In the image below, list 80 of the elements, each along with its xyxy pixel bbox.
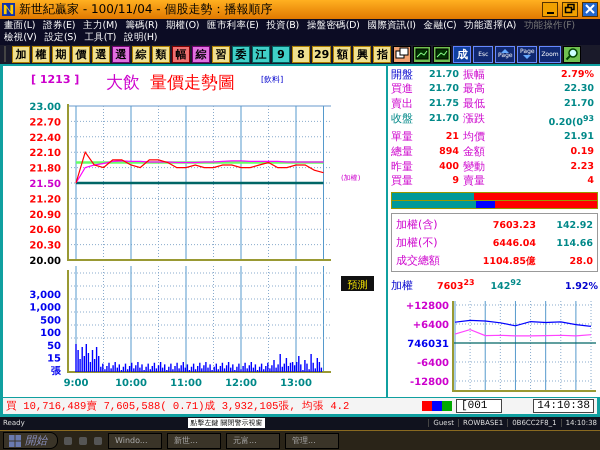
time-axis-label: 11:00 [170, 378, 202, 389]
volume-axis-label: 15 [47, 353, 61, 364]
quote-value: 21 [444, 130, 460, 144]
price-axis-label: 21.80 [29, 163, 61, 174]
quote-value: 0.20(0$^{93}$ [548, 112, 595, 130]
quote-value: 9 [451, 174, 460, 188]
quote-value: 4 [586, 174, 595, 188]
quote-value: 0.19 [570, 144, 595, 159]
quote-label: 賣量 [463, 174, 486, 189]
quote-label: 總量 [391, 144, 414, 160]
quote-value: 21.70 [428, 112, 460, 126]
price-axis-label: 22.40 [29, 132, 61, 144]
quote-label: 收盤 [391, 112, 414, 127]
quote-value: 21.91 [562, 130, 595, 144]
quote-value: 21.70 [562, 97, 595, 111]
quote-label: 賣出 [391, 97, 414, 112]
index-axis-label: +6400 [412, 320, 449, 331]
index-value: 1104.85億 [482, 254, 536, 268]
time-axis-label: 9:00 [64, 378, 88, 389]
quote-value: 22.30 [562, 82, 595, 96]
quote-value: 400 [438, 160, 460, 174]
quote-value: 21.70 [428, 68, 460, 82]
index-value: 6446.04 [492, 238, 536, 249]
price-axis-label: 21.50 [29, 178, 61, 190]
price-axis-label: 22.10 [29, 148, 61, 159]
price-axis-label: 20.90 [29, 210, 61, 221]
stock-code: [ 1213 ] [31, 72, 80, 86]
time-axis-label: 12:00 [225, 378, 257, 389]
quote-value: 2.23 [570, 160, 595, 174]
quote-label: 金額 [463, 144, 486, 160]
price-axis-label: 22.70 [29, 117, 61, 128]
index-value: 7603$^{23}$ [437, 278, 474, 292]
quote-label: 買量 [391, 174, 414, 189]
category-label: [飲料] [261, 74, 284, 84]
volume-axis-label: 3,000 [29, 290, 61, 301]
quote-label: 變動 [463, 160, 486, 174]
volume-axis-label: 100 [40, 328, 61, 339]
quote-label: 振幅 [463, 68, 486, 82]
quote-label: 昨量 [391, 160, 414, 174]
chart-title: 量價走勢圖 [150, 72, 235, 93]
quote-label: 最高 [463, 82, 486, 97]
price-axis-label: 21.20 [29, 194, 61, 206]
index-value: 7603.23 [492, 220, 536, 231]
quote-label: 最低 [463, 97, 486, 112]
time-axis-label: 13:00 [280, 378, 312, 389]
index-axis-label: -12800 [410, 376, 449, 388]
quote-label: 單量 [391, 130, 414, 145]
time-axis-label: 10:00 [115, 378, 147, 389]
quote-value: 21.70 [428, 82, 460, 96]
quote-value: 2.79% [560, 68, 595, 82]
quote-value: 21.75 [428, 97, 460, 111]
volume-axis-label: 50 [47, 340, 61, 352]
index-change: 114.66 [555, 238, 593, 249]
index-label: 成交總額 [396, 252, 441, 268]
volume-axis-label: 張 [51, 366, 61, 378]
clock: 14:10:38 [533, 398, 594, 413]
index-axis-label: +12800 [406, 300, 449, 312]
stock-name: 大飲 [106, 72, 140, 93]
index-change: 142$^{92}$ [490, 278, 522, 292]
quote-value: 894 [438, 144, 460, 159]
price-axis-label: 20.60 [29, 225, 61, 236]
quote-label: 漲跌 [463, 112, 486, 127]
index-axis-label: -6400 [417, 358, 449, 369]
volume-axis-label: 500 [40, 315, 61, 326]
price-axis-label: 23.00 [29, 102, 61, 113]
volume-axis-label: 1,000 [29, 302, 61, 314]
index-label: 加權(含) [396, 216, 439, 232]
index-change: 28.0 [568, 256, 593, 267]
quote-label: 均價 [463, 130, 486, 145]
index-change: 142.92 [555, 220, 593, 231]
trade-summary: 買 10,716,489賣 7,605,588( 0.71)成 3,932,105張, 均張 4.2 [6, 399, 350, 413]
quote-label: 買進 [391, 82, 414, 97]
index-label: 加權(不) [396, 234, 439, 250]
window-title: 新世紀贏家 - 100/11/04 - 個股走勢：播報順序 [19, 0, 272, 18]
index-name: 加權 [391, 278, 414, 293]
index-percent: 1.92% [565, 280, 598, 292]
quote-label: 開盤 [391, 68, 414, 82]
price-axis-label: 20.30 [29, 240, 61, 252]
index-axis-label: 746031 [407, 338, 449, 350]
price-axis-label: 20.00 [29, 256, 61, 266]
